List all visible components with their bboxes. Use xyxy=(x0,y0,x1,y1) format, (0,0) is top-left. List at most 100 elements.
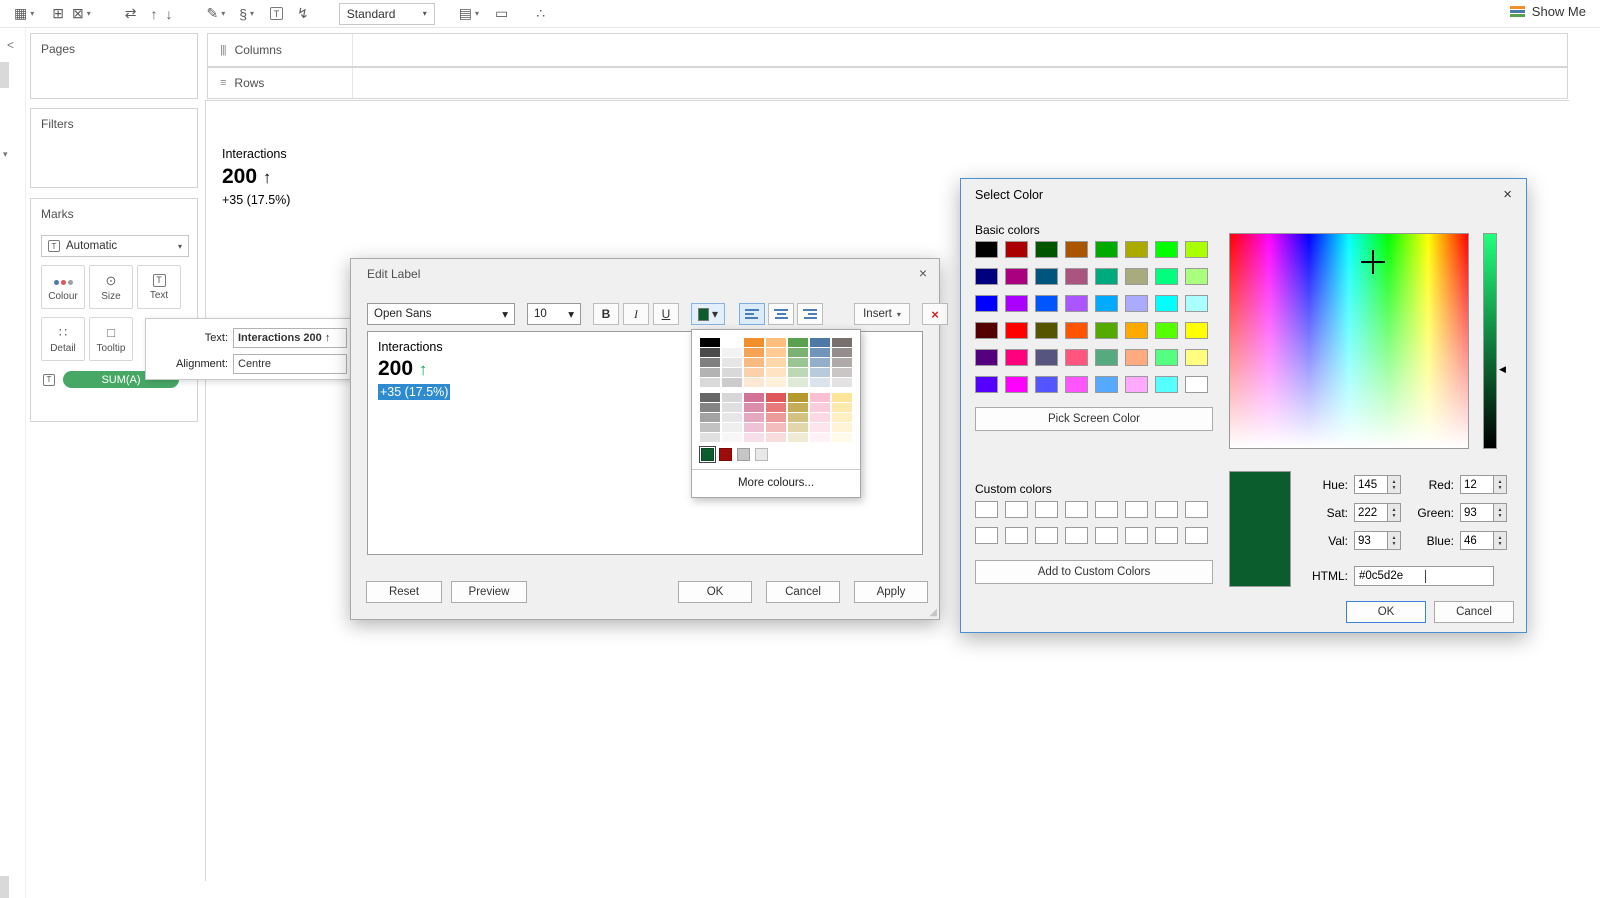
rgb-field-input[interactable]: 46 xyxy=(1460,531,1494,550)
new-data-source-button[interactable]: ▦ ▾ xyxy=(10,2,38,26)
recent-color-swatch[interactable] xyxy=(719,448,732,461)
palette-swatch[interactable] xyxy=(744,368,764,377)
palette-swatch[interactable] xyxy=(766,403,786,412)
fit-select[interactable]: Standard ▾ xyxy=(338,2,435,25)
recent-color-swatch[interactable] xyxy=(755,448,768,461)
basic-color-swatch[interactable] xyxy=(1035,295,1058,312)
custom-color-swatch[interactable] xyxy=(1185,501,1208,518)
palette-swatch[interactable] xyxy=(788,403,808,412)
tooltip-button[interactable]: □ Tooltip xyxy=(89,317,133,361)
basic-color-swatch[interactable] xyxy=(1095,268,1118,285)
palette-swatch[interactable] xyxy=(744,433,764,442)
palette-swatch[interactable] xyxy=(788,413,808,422)
basic-color-swatch[interactable] xyxy=(1005,241,1028,258)
custom-color-swatch[interactable] xyxy=(1005,501,1028,518)
font-size-select[interactable]: 10 ▾ xyxy=(527,303,581,325)
underline-button[interactable]: U xyxy=(653,303,679,325)
custom-color-swatch[interactable] xyxy=(975,527,998,544)
basic-color-swatch[interactable] xyxy=(1125,349,1148,366)
palette-swatch[interactable] xyxy=(744,393,764,402)
filters-shelf[interactable]: Filters xyxy=(30,108,198,188)
basic-color-swatch[interactable] xyxy=(1125,295,1148,312)
basic-color-swatch[interactable] xyxy=(975,376,998,393)
custom-color-swatch[interactable] xyxy=(1095,501,1118,518)
custom-color-swatch[interactable] xyxy=(1125,501,1148,518)
basic-color-swatch[interactable] xyxy=(975,349,998,366)
hsv-field-spinner[interactable]: ▲ ▼ xyxy=(1388,475,1401,494)
basic-color-swatch[interactable] xyxy=(1155,241,1178,258)
label-text-input[interactable]: Interactions 200 ↑ xyxy=(233,328,347,348)
close-icon[interactable]: × xyxy=(1503,186,1512,203)
palette-swatch[interactable] xyxy=(722,368,742,377)
custom-color-swatch[interactable] xyxy=(1035,501,1058,518)
basic-color-swatch[interactable] xyxy=(1035,349,1058,366)
hsv-field-input[interactable]: 93 xyxy=(1354,531,1388,550)
collapsed-pane-tab[interactable] xyxy=(0,62,9,88)
basic-color-swatch[interactable] xyxy=(975,268,998,285)
basic-color-swatch[interactable] xyxy=(1125,322,1148,339)
basic-color-swatch[interactable] xyxy=(1005,268,1028,285)
basic-color-swatch[interactable] xyxy=(1155,295,1178,312)
palette-swatch[interactable] xyxy=(722,423,742,432)
palette-swatch[interactable] xyxy=(744,348,764,357)
palette-swatch[interactable] xyxy=(744,358,764,367)
palette-swatch[interactable] xyxy=(788,393,808,402)
recent-color-swatch[interactable] xyxy=(699,446,716,463)
palette-swatch[interactable] xyxy=(832,433,852,442)
custom-color-swatch[interactable] xyxy=(1185,527,1208,544)
custom-color-swatch[interactable] xyxy=(1155,527,1178,544)
ok-button[interactable]: OK xyxy=(678,581,752,603)
palette-swatch[interactable] xyxy=(700,433,720,442)
palette-swatch[interactable] xyxy=(722,393,742,402)
clear-formatting-button[interactable]: × xyxy=(922,303,948,325)
basic-color-swatch[interactable] xyxy=(1095,241,1118,258)
more-colours-link[interactable]: More colours... xyxy=(700,475,852,493)
palette-swatch[interactable] xyxy=(788,433,808,442)
italic-button[interactable]: I xyxy=(623,303,649,325)
palette-swatch[interactable] xyxy=(810,423,830,432)
insert-button[interactable]: Insert ▾ xyxy=(854,303,910,325)
basic-color-swatch[interactable] xyxy=(1005,349,1028,366)
label-alignment-input[interactable]: Centre xyxy=(233,354,347,374)
palette-swatch[interactable] xyxy=(810,433,830,442)
basic-color-swatch[interactable] xyxy=(1065,322,1088,339)
palette-swatch[interactable] xyxy=(700,393,720,402)
rgb-field-spinner[interactable]: ▲ ▼ xyxy=(1494,475,1507,494)
basic-color-swatch[interactable] xyxy=(1035,268,1058,285)
basic-color-swatch[interactable] xyxy=(1185,322,1208,339)
swap-rows-columns-button[interactable]: ⇄ xyxy=(121,2,141,26)
palette-swatch[interactable] xyxy=(766,413,786,422)
hsv-field-input[interactable]: 145 xyxy=(1354,475,1388,494)
highlight-button[interactable]: ✎ ▾ xyxy=(202,2,229,26)
palette-swatch[interactable] xyxy=(832,348,852,357)
bold-button[interactable]: B xyxy=(593,303,619,325)
basic-color-swatch[interactable] xyxy=(1035,241,1058,258)
palette-swatch[interactable] xyxy=(788,338,808,347)
palette-swatch[interactable] xyxy=(832,413,852,422)
palette-swatch[interactable] xyxy=(766,378,786,387)
palette-swatch[interactable] xyxy=(810,358,830,367)
palette-swatch[interactable] xyxy=(700,413,720,422)
show-mark-labels-button[interactable]: T xyxy=(266,2,287,26)
custom-color-swatch[interactable] xyxy=(975,501,998,518)
palette-swatch[interactable] xyxy=(810,403,830,412)
html-input[interactable]: #0c5d2e xyxy=(1354,566,1494,586)
resize-grip[interactable]: ◢ xyxy=(929,607,937,618)
palette-swatch[interactable] xyxy=(744,338,764,347)
basic-color-swatch[interactable] xyxy=(1155,349,1178,366)
basic-color-swatch[interactable] xyxy=(975,241,998,258)
rgb-field-spinner[interactable]: ▲ ▼ xyxy=(1494,531,1507,550)
palette-swatch[interactable] xyxy=(832,338,852,347)
presentation-mode-button[interactable]: ▭ xyxy=(491,2,512,26)
basic-color-swatch[interactable] xyxy=(975,295,998,312)
new-worksheet-button[interactable]: ⊞ xyxy=(48,2,68,26)
align-right-button[interactable] xyxy=(797,303,823,325)
value-slider-arrow-icon[interactable]: ◀ xyxy=(1499,364,1506,375)
font-color-button[interactable]: ▾ xyxy=(691,303,725,325)
palette-swatch[interactable] xyxy=(700,348,720,357)
sort-ascending-button[interactable]: ↑ xyxy=(146,2,161,26)
basic-color-swatch[interactable] xyxy=(1065,295,1088,312)
palette-swatch[interactable] xyxy=(810,348,830,357)
show-me-button[interactable]: Show Me xyxy=(1509,4,1586,19)
basic-color-swatch[interactable] xyxy=(1065,349,1088,366)
